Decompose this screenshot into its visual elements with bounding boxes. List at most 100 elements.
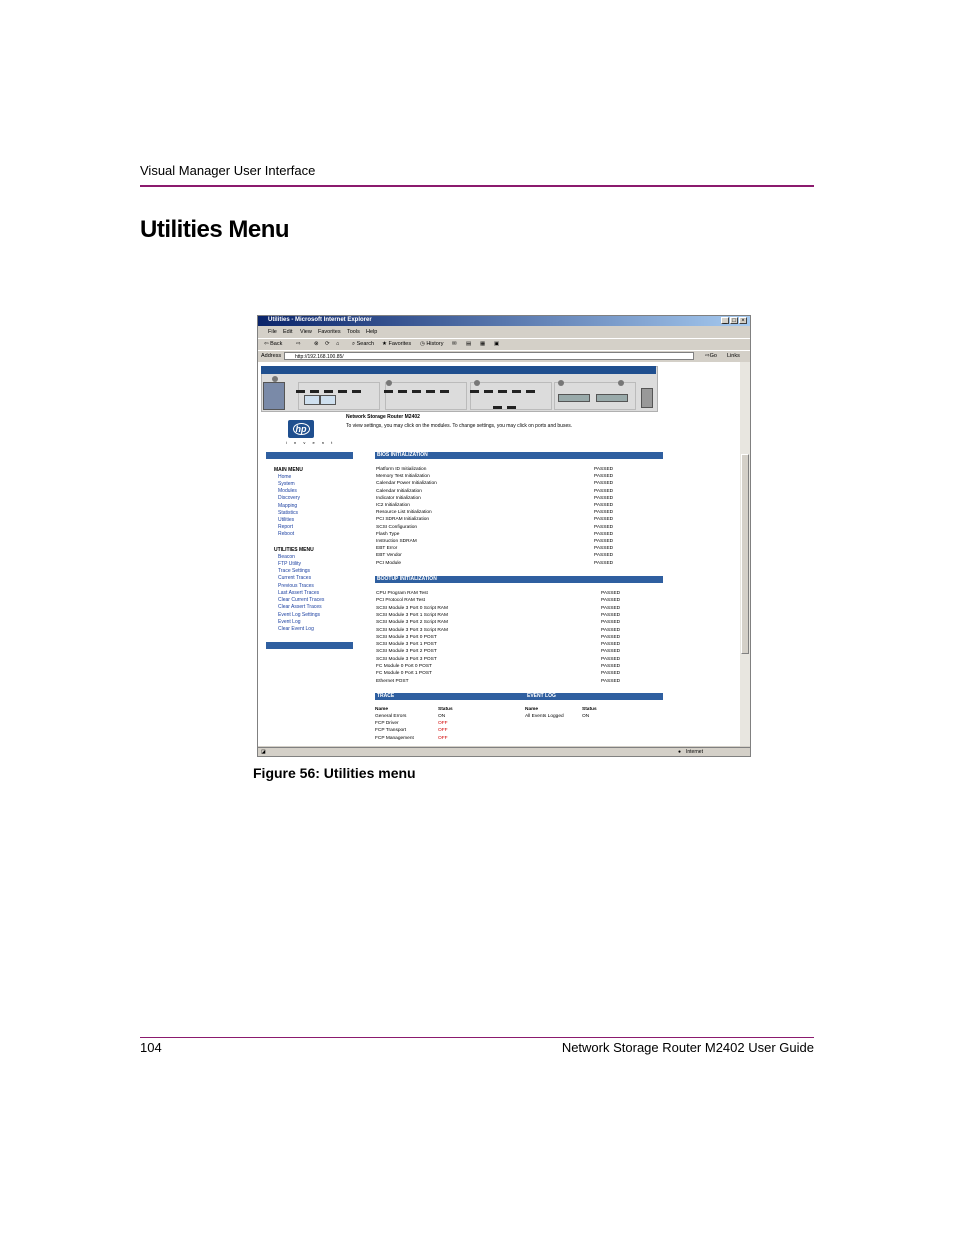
nav-utilities[interactable]: Utilities xyxy=(278,517,294,523)
led-indicator xyxy=(507,406,516,409)
nav-modules[interactable]: Modules xyxy=(278,488,297,494)
menu-tools[interactable]: Tools xyxy=(347,329,360,335)
status-row-label: SCSI Module 3 Port 3 Script RAM xyxy=(376,627,448,633)
nav-system[interactable]: System xyxy=(278,481,295,487)
status-row-label: SCSI Module 3 Port 2 POST xyxy=(376,649,437,655)
status-row-label: SCSI Module 3 Port 3 POST xyxy=(376,656,437,662)
module-slot-2[interactable] xyxy=(385,382,467,410)
led-indicator xyxy=(493,406,502,409)
status-row-value: PASSED xyxy=(594,560,614,566)
links-label[interactable]: Links xyxy=(727,353,740,359)
fc-port-0[interactable] xyxy=(304,395,320,405)
nav-reboot[interactable]: Reboot xyxy=(278,531,294,537)
menu-favorites[interactable]: Favorites xyxy=(318,329,341,335)
refresh-icon[interactable]: ⟳ xyxy=(325,341,330,347)
led-indicator xyxy=(324,390,333,393)
util-event-log-settings[interactable]: Event Log Settings xyxy=(278,612,320,618)
status-row-value: PASSED xyxy=(594,503,614,508)
util-last-assert[interactable]: Last Assert Traces xyxy=(278,590,319,596)
edit-icon[interactable]: ▦ xyxy=(480,341,485,347)
status-row-value: PASSED xyxy=(594,546,614,552)
discuss-icon[interactable]: ▣ xyxy=(494,341,499,347)
status-row-value: PASSED xyxy=(601,656,621,662)
led-indicator xyxy=(352,390,361,393)
footer-rule xyxy=(140,1037,814,1038)
status-row-label: PCI Module xyxy=(376,560,402,566)
status-row-value: PASSED xyxy=(594,517,614,523)
search-button[interactable]: ⌕ Search xyxy=(352,341,374,348)
status-row-value: PASSED xyxy=(594,488,614,494)
util-trace-settings[interactable]: Trace Settings xyxy=(278,568,310,574)
mail-icon[interactable]: ✉ xyxy=(452,341,457,347)
status-row-value: PASSED xyxy=(601,671,621,677)
status-row-value: OFF xyxy=(438,721,448,727)
led-indicator xyxy=(498,390,507,393)
nav-report[interactable]: Report xyxy=(278,524,293,530)
status-row-value: PASSED xyxy=(594,510,614,516)
nav-mapping[interactable]: Mapping xyxy=(278,503,297,509)
minimize-icon[interactable]: _ xyxy=(721,317,729,324)
util-ftp[interactable]: FTP Utility xyxy=(278,561,301,567)
print-icon[interactable]: ▤ xyxy=(466,341,471,347)
status-row-label: SCSI Module 3 Port 2 Script RAM xyxy=(376,620,448,626)
bootup-section-header: BOOTUP INITIALIZATION xyxy=(375,576,663,583)
status-row-value: PASSED xyxy=(601,627,621,633)
led-indicator xyxy=(440,390,449,393)
util-previous-traces[interactable]: Previous Traces xyxy=(278,583,314,589)
fc-port-1[interactable] xyxy=(320,395,336,405)
favorites-button[interactable]: ★ Favorites xyxy=(382,341,411,347)
maximize-icon[interactable]: □ xyxy=(730,317,738,324)
status-row-label: All Events Logged xyxy=(525,714,564,719)
page-title: Utilities Menu xyxy=(140,216,290,243)
util-current-traces[interactable]: Current Traces xyxy=(278,575,311,581)
status-row-value: PASSED xyxy=(594,481,614,487)
status-row-value: PASSED xyxy=(594,524,614,530)
nav-home[interactable]: Home xyxy=(278,474,291,480)
address-input[interactable]: http://192.168.100.85/ xyxy=(284,352,694,360)
scsi-port-0[interactable] xyxy=(558,394,590,402)
browser-statusbar: ◪ ● Internet xyxy=(258,747,750,756)
forward-icon[interactable]: ⇨ xyxy=(296,341,301,347)
menu-edit[interactable]: Edit xyxy=(283,329,292,335)
running-header: Visual Manager User Interface xyxy=(140,163,316,178)
internet-zone-label: Internet xyxy=(686,749,703,755)
ethernet-port[interactable] xyxy=(641,388,653,408)
status-row-label: SCSI Module 3 Port 1 POST xyxy=(376,642,437,648)
status-row-label: Instruction SDRAM xyxy=(376,539,417,544)
power-module-icon[interactable] xyxy=(263,382,285,410)
close-icon[interactable]: × xyxy=(739,317,747,324)
internet-zone-icon: ● xyxy=(678,749,682,755)
trace-col-name: Name xyxy=(375,707,389,712)
browser-title: Utilities - Microsoft Internet Explorer xyxy=(268,317,372,323)
go-button[interactable]: ⇨Go xyxy=(705,353,717,359)
util-beacon[interactable]: Beacon xyxy=(278,554,295,560)
scrollbar-thumb[interactable] xyxy=(741,454,749,654)
stop-icon[interactable]: ⊗ xyxy=(314,341,319,347)
history-button[interactable]: ◷ History xyxy=(420,341,443,347)
util-clear-current[interactable]: Clear Current Traces xyxy=(278,597,324,603)
status-row-value: OFF xyxy=(438,735,448,741)
status-row-value: PASSED xyxy=(601,612,621,618)
home-icon[interactable]: ⌂ xyxy=(336,341,339,347)
status-row-label: IC2 Initialization xyxy=(376,503,410,508)
menu-file[interactable]: File xyxy=(268,329,277,335)
status-row-label: FCP Management xyxy=(375,735,414,741)
status-row-value: PASSED xyxy=(601,591,621,596)
util-clear-assert[interactable]: Clear Assert Traces xyxy=(278,604,322,610)
favorites-label: Favorites xyxy=(388,341,412,347)
trace-section-header: TRACE xyxy=(375,693,525,700)
browser-toolbar: ⇦ Back ⇨ ⊗ ⟳ ⌂ ⌕ Search ★ Favorites ◷ Hi… xyxy=(258,338,750,350)
scsi-port-1[interactable] xyxy=(596,394,628,402)
invent-tagline: i n v e n t xyxy=(286,440,336,445)
status-row-label: SCSI Module 3 Port 1 Script RAM xyxy=(376,612,448,618)
nav-discovery[interactable]: Discovery xyxy=(278,495,300,501)
util-clear-event-log[interactable]: Clear Event Log xyxy=(278,626,314,632)
util-event-log[interactable]: Event Log xyxy=(278,619,301,625)
menu-view[interactable]: View xyxy=(300,329,312,335)
menu-help[interactable]: Help xyxy=(366,329,377,335)
status-row-value: PASSED xyxy=(601,634,621,640)
nav-statistics[interactable]: Statistics xyxy=(278,510,298,516)
back-button[interactable]: ⇦ Back xyxy=(264,341,282,347)
led-indicator xyxy=(470,390,479,393)
led-indicator xyxy=(338,390,347,393)
